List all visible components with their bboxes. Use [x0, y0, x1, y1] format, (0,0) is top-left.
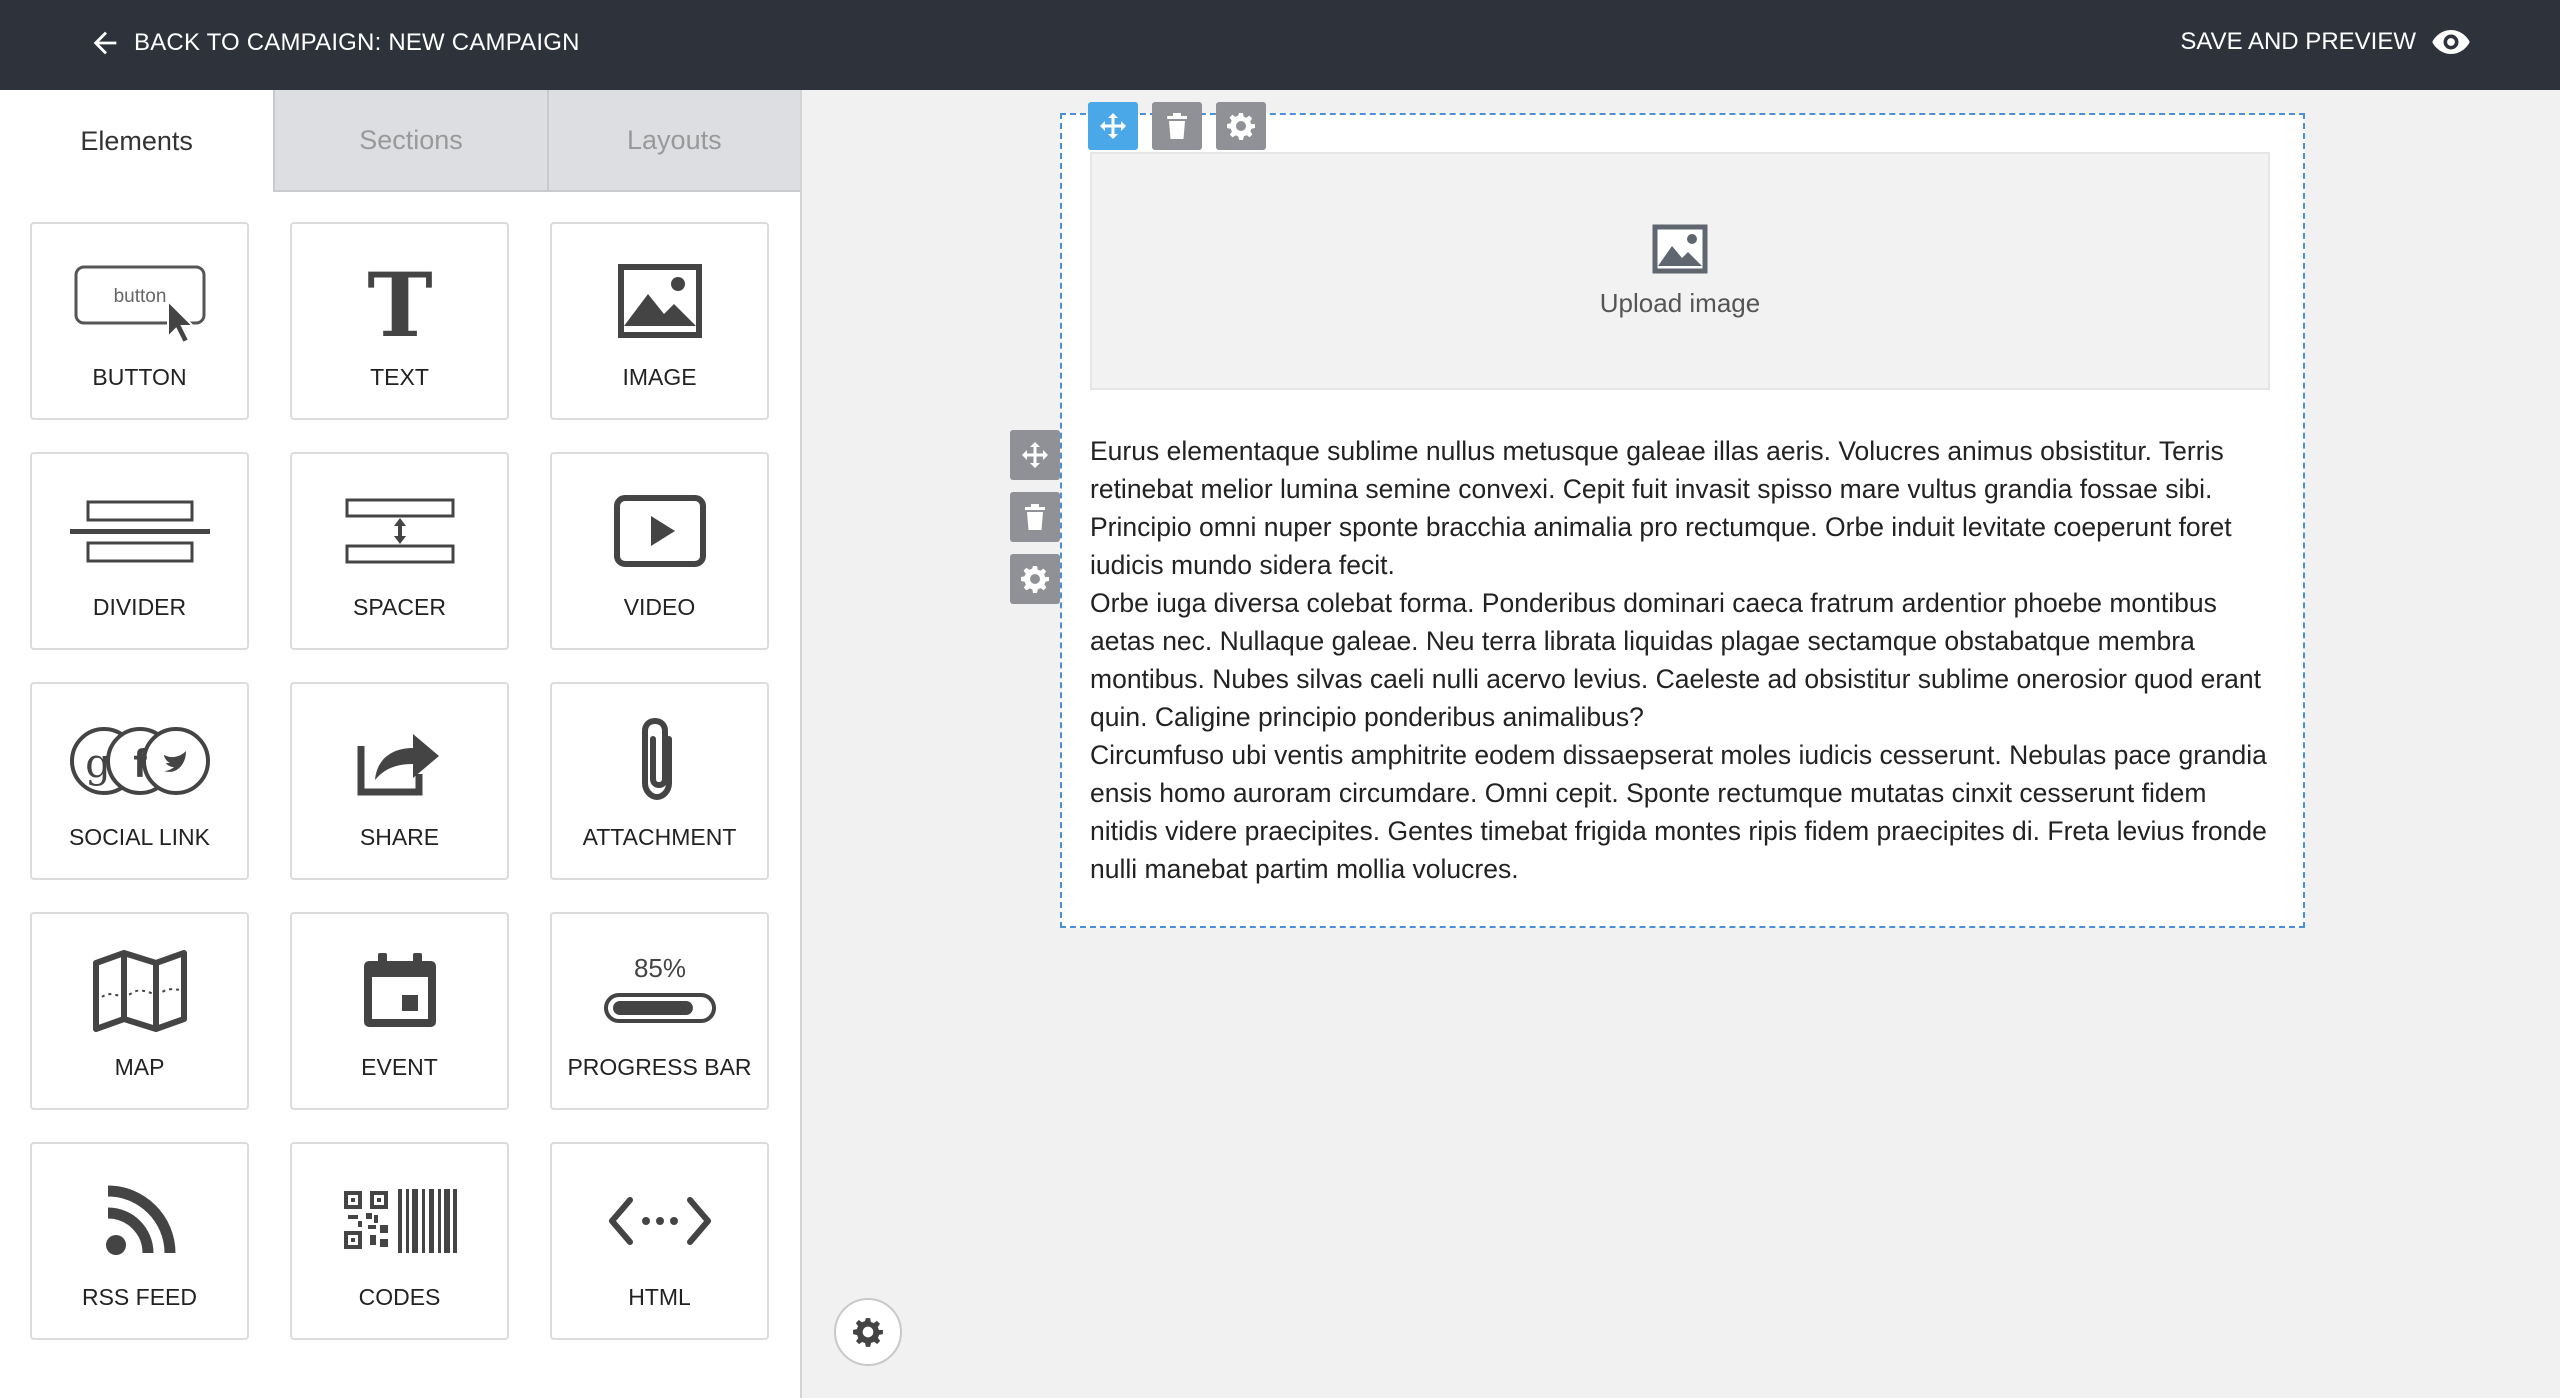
element-tile-attachment[interactable]: ATTACHMENT	[550, 682, 769, 880]
text-block-delete-button[interactable]	[1010, 492, 1060, 542]
email-canvas: Upload image Eurus elementaque sublime n…	[804, 90, 2560, 1398]
section-move-button[interactable]	[1088, 102, 1138, 150]
elements-panel: Elements Sections Layouts button BUTTON …	[0, 90, 802, 1398]
element-tile-event[interactable]: EVENT	[290, 912, 509, 1110]
text-block-toolbar	[1010, 430, 1060, 604]
divider-icon	[69, 500, 210, 563]
element-label: SHARE	[359, 824, 440, 850]
element-label: VIDEO	[623, 594, 696, 620]
element-label: RSS FEED	[81, 1284, 198, 1310]
text-paragraph: Orbe iuga diversa colebat forma. Ponderi…	[1090, 588, 2262, 732]
element-label: EVENT	[361, 1054, 438, 1080]
text-icon-glyph: T	[367, 256, 432, 346]
element-tile-button[interactable]: button BUTTON	[30, 222, 249, 420]
tab-layouts[interactable]: Layouts	[546, 90, 800, 192]
video-icon	[613, 495, 706, 567]
element-tile-text[interactable]: T TEXT	[290, 222, 509, 420]
element-tile-social-link[interactable]: g f SOCIAL LINK	[30, 682, 249, 880]
move-arrows-icon	[1022, 442, 1048, 468]
elements-grid: button BUTTON T TEXT IMAGE DIVIDER SPACE…	[30, 222, 769, 1340]
gear-icon	[853, 1318, 883, 1347]
text-paragraph: Eurus elementaque sublime nullus metusqu…	[1090, 436, 2232, 580]
gear-icon	[1021, 566, 1049, 593]
map-icon	[92, 950, 187, 1032]
element-label: SPACER	[353, 594, 446, 620]
element-label: BUTTON	[92, 364, 187, 390]
progress-bar-icon: 85%	[603, 953, 716, 1023]
rss-icon	[105, 1185, 175, 1255]
tab-sections[interactable]: Sections	[273, 90, 547, 192]
save-and-preview-label: SAVE AND PREVIEW	[2180, 28, 2416, 55]
element-tile-map[interactable]: MAP	[30, 912, 249, 1110]
back-to-campaign-link[interactable]: BACK TO CAMPAIGN: NEW CAMPAIGN	[88, 26, 580, 60]
tab-elements[interactable]: Elements	[0, 90, 274, 192]
element-tile-progress-bar[interactable]: 85% PROGRESS BAR	[550, 912, 769, 1110]
button-icon: button	[74, 265, 205, 345]
trash-icon	[1167, 113, 1187, 139]
paperclip-icon	[641, 717, 672, 801]
section-toolbar	[1088, 102, 1266, 150]
upload-image-placeholder[interactable]: Upload image	[1090, 152, 2270, 390]
element-label: MAP	[114, 1054, 165, 1080]
element-tile-html[interactable]: HTML	[550, 1142, 769, 1340]
element-tile-divider[interactable]: DIVIDER	[30, 452, 249, 650]
arrow-left-icon	[93, 31, 117, 55]
element-label: SOCIAL LINK	[68, 824, 211, 850]
element-tile-rss-feed[interactable]: RSS FEED	[30, 1142, 249, 1340]
element-label: TEXT	[370, 364, 429, 390]
progress-bar-icon-value: 85%	[633, 953, 685, 983]
qr-barcode-icon	[343, 1189, 457, 1253]
element-tile-video[interactable]: VIDEO	[550, 452, 769, 650]
element-label: DIVIDER	[92, 594, 187, 620]
image-icon	[1652, 224, 1708, 273]
text-icon: T	[367, 256, 432, 346]
move-arrows-icon	[1100, 113, 1126, 139]
text-block[interactable]: Eurus elementaque sublime nullus metusqu…	[1090, 432, 2272, 888]
element-label: PROGRESS BAR	[567, 1054, 752, 1080]
spacer-icon	[345, 498, 454, 564]
html-code-icon	[608, 1197, 711, 1245]
element-label: ATTACHMENT	[582, 824, 737, 850]
section-settings-button[interactable]	[1216, 102, 1266, 150]
text-block-move-button[interactable]	[1010, 430, 1060, 480]
back-to-campaign-label: BACK TO CAMPAIGN: NEW CAMPAIGN	[134, 29, 580, 56]
button-icon-text: button	[113, 286, 166, 307]
element-label: IMAGE	[622, 364, 697, 390]
top-bar: BACK TO CAMPAIGN: NEW CAMPAIGN SAVE AND …	[0, 0, 2560, 90]
upload-image-label: Upload image	[1599, 287, 1761, 318]
element-label: HTML	[628, 1284, 691, 1310]
calendar-icon	[363, 953, 436, 1027]
svg-text:g: g	[85, 741, 111, 787]
save-and-preview-button[interactable]: SAVE AND PREVIEW	[2180, 26, 2472, 58]
section-delete-button[interactable]	[1152, 102, 1202, 150]
element-tile-spacer[interactable]: SPACER	[290, 452, 509, 650]
text-block-settings-button[interactable]	[1010, 554, 1060, 604]
element-tile-image[interactable]: IMAGE	[550, 222, 769, 420]
svg-text:f: f	[133, 742, 147, 786]
eye-icon	[2432, 30, 2470, 54]
text-paragraph: Circumfuso ubi ventis amphitrite eodem d…	[1090, 740, 2267, 884]
element-label: CODES	[358, 1284, 441, 1310]
element-tile-share[interactable]: SHARE	[290, 682, 509, 880]
trash-icon	[1025, 504, 1045, 530]
panel-tabs: Elements Sections Layouts	[0, 90, 800, 192]
canvas-settings-button[interactable]	[834, 1298, 902, 1366]
gear-icon	[1227, 113, 1255, 140]
share-icon	[357, 734, 439, 796]
image-icon	[617, 264, 702, 338]
social-link-icon: g f	[69, 727, 210, 795]
progress-bar-icon-fill	[612, 1001, 693, 1015]
element-tile-codes[interactable]: CODES	[290, 1142, 509, 1340]
